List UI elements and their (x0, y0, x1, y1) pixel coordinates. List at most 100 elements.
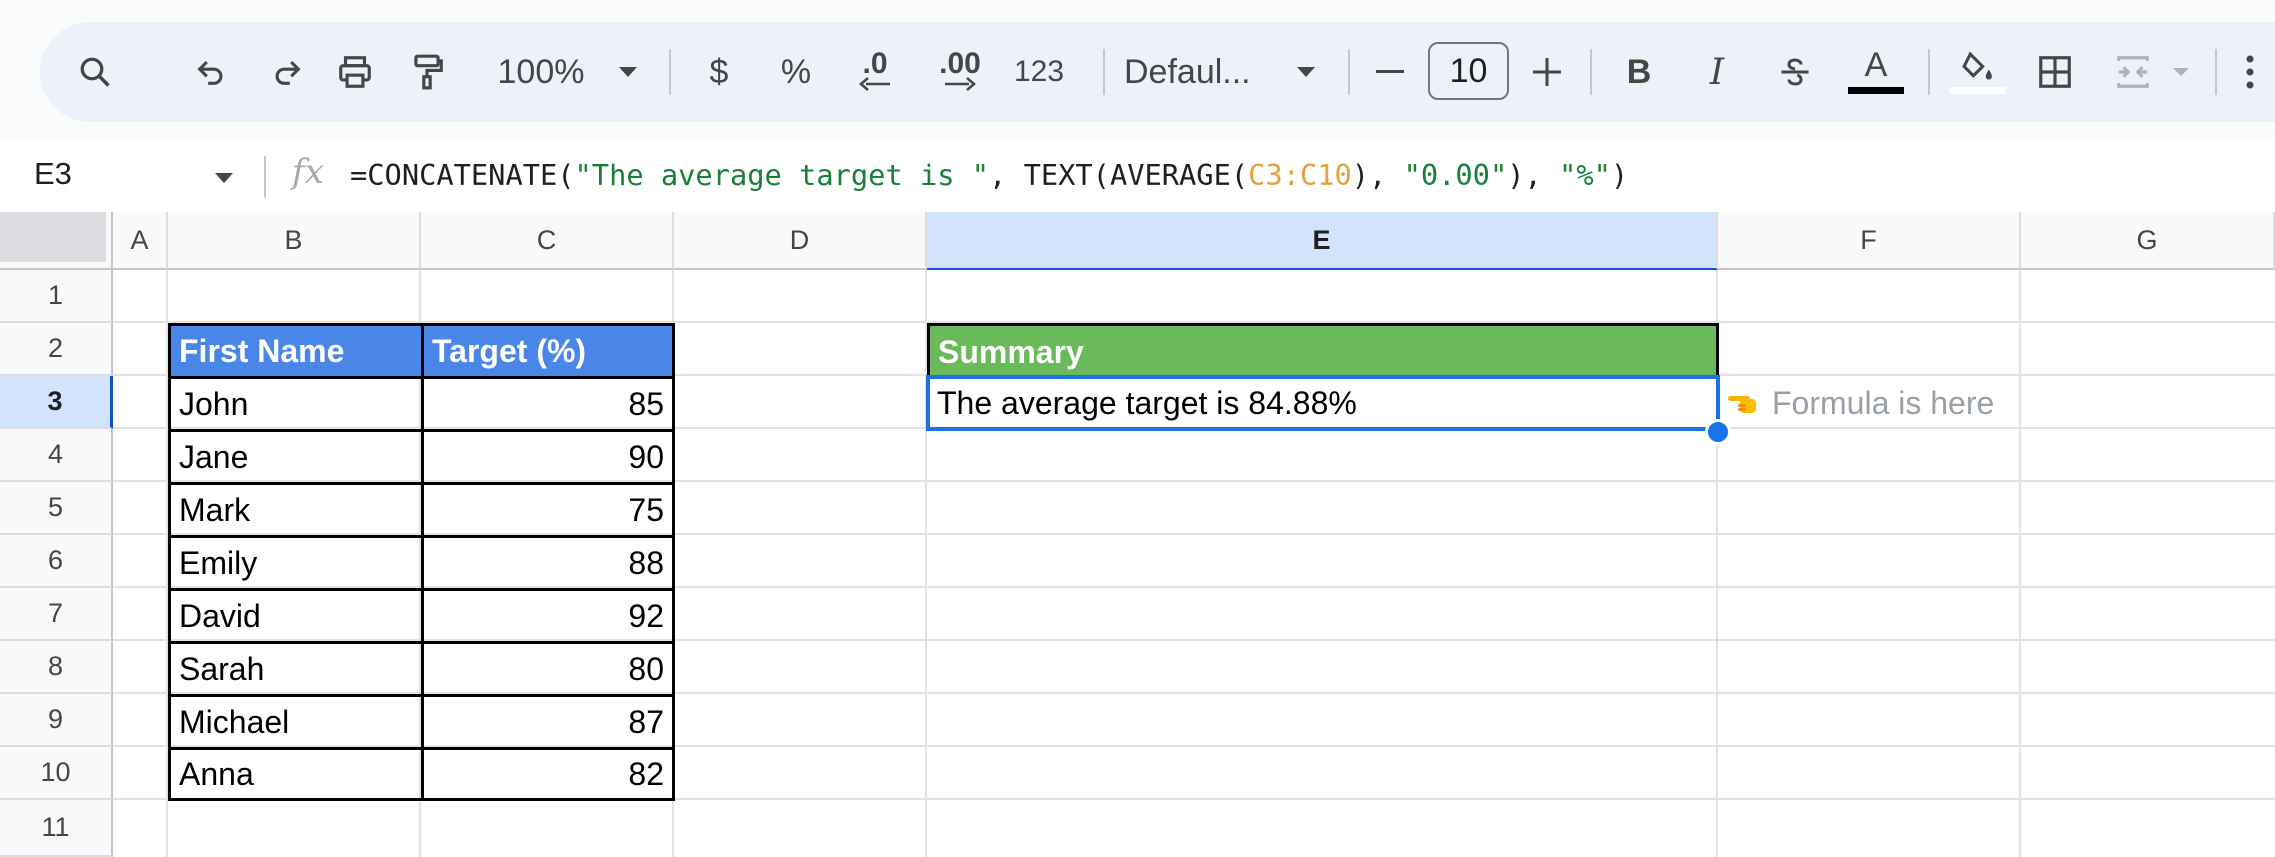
target-cell[interactable]: 92 (424, 591, 672, 641)
target-cell[interactable]: 82 (424, 750, 672, 798)
formula-punct: ), (1507, 158, 1560, 192)
name-cell[interactable]: David (171, 591, 421, 641)
arrow-right-icon (945, 77, 976, 91)
number-format-button[interactable]: 123 (1004, 22, 1074, 122)
redo-icon[interactable] (266, 22, 308, 122)
row-header-6[interactable]: 6 (0, 535, 113, 588)
column-header-f[interactable]: F (1718, 212, 2021, 270)
zoom-select[interactable]: 100% (486, 22, 596, 122)
name-box-caret-icon[interactable] (214, 172, 234, 184)
row-header-8[interactable]: 8 (0, 641, 113, 694)
name-cell[interactable]: Sarah (171, 644, 421, 694)
row-header-3[interactable]: 3 (0, 376, 113, 429)
text-color-label: A (1864, 46, 1888, 84)
fill-color-button[interactable] (1948, 22, 2008, 122)
row-header-10[interactable]: 10 (0, 747, 113, 800)
row-header-2[interactable]: 2 (0, 323, 113, 376)
name-cell[interactable]: Michael (171, 697, 421, 747)
more-options-icon[interactable] (2230, 22, 2270, 122)
target-cell[interactable]: 80 (424, 644, 672, 694)
font-size-input[interactable]: 10 (1428, 42, 1509, 100)
formula-string: "%" (1559, 158, 1611, 192)
summary-value-cell[interactable]: The average target is 84.88% (929, 378, 1716, 428)
column-header-e[interactable]: E (927, 212, 1718, 270)
header-cell-target[interactable]: Target (%) (424, 326, 672, 376)
column-header-a[interactable]: A (113, 212, 168, 270)
name-cell[interactable]: Anna (171, 750, 421, 798)
formula-string: "The average target is " (574, 158, 990, 192)
toolbar-divider (669, 49, 671, 95)
formula-note-cell[interactable]: Formula is here (1722, 378, 2019, 428)
arrow-left-icon (859, 77, 890, 91)
name-box[interactable]: E3 (34, 156, 72, 192)
merge-cells-icon[interactable] (2106, 22, 2160, 122)
font-select[interactable]: Defaul... (1120, 22, 1274, 122)
toolbar-divider (1103, 49, 1105, 95)
formula-bar-divider (264, 156, 266, 198)
column-header-b[interactable]: B (168, 212, 421, 270)
borders-icon[interactable] (2030, 22, 2080, 122)
formula-note-text: Formula is here (1772, 384, 1995, 421)
target-cell[interactable]: 90 (424, 432, 672, 482)
header-cell-first-name[interactable]: First Name (171, 326, 421, 376)
freeze-handle[interactable] (0, 212, 106, 262)
summary-header-cell[interactable]: Summary (930, 326, 1716, 379)
currency-format-button[interactable]: $ (696, 22, 742, 122)
name-cell[interactable]: Mark (171, 485, 421, 535)
decrease-decimal-button[interactable]: .0 (840, 22, 910, 122)
percent-format-button[interactable]: % (772, 22, 820, 122)
paint-format-icon[interactable] (402, 22, 452, 122)
select-all-corner[interactable] (0, 212, 113, 270)
search-icon[interactable] (60, 22, 130, 122)
formula-input[interactable]: =CONCATENATE("The average target is ", T… (350, 158, 1628, 192)
decrease-font-size-icon[interactable] (1370, 22, 1410, 122)
currency-label: $ (709, 52, 729, 91)
name-cell[interactable]: John (171, 379, 421, 429)
data-table: First Name Target (%) John 85 Jane 90 Ma… (168, 323, 675, 801)
toolbar: 100% $ % .0 .00 123 Defaul... 10 B I A (40, 22, 2275, 122)
column-header-d[interactable]: D (674, 212, 927, 270)
bold-button[interactable]: B (1614, 22, 1664, 122)
decrease-decimal-label: .0 (862, 47, 888, 80)
merge-caret-icon[interactable] (2166, 22, 2196, 122)
row-header-11[interactable]: 11 (0, 800, 113, 857)
spreadsheet-grid: A B C D E F G 1 2 3 4 5 6 7 8 9 10 11 Fi… (0, 212, 2275, 857)
gridline (2019, 270, 2021, 857)
row-header-9[interactable]: 9 (0, 694, 113, 747)
strikethrough-icon[interactable] (1768, 22, 1822, 122)
pointing-hand-icon (1728, 396, 1756, 413)
increase-decimal-button[interactable]: .00 (920, 22, 1000, 122)
toolbar-divider (1348, 49, 1350, 95)
formula-function: =CONCATENATE( (350, 158, 575, 192)
text-color-swatch (1848, 87, 1904, 94)
toolbar-area: 100% $ % .0 .00 123 Defaul... 10 B I A (0, 0, 2275, 142)
formula-string: "0.00" (1403, 158, 1508, 192)
target-cell[interactable]: 87 (424, 697, 672, 747)
formula-function: , TEXT(AVERAGE( (989, 158, 1249, 192)
percent-label: % (780, 52, 812, 91)
name-cell[interactable]: Emily (171, 538, 421, 588)
target-cell[interactable]: 75 (424, 485, 672, 535)
italic-button[interactable]: I (1692, 22, 1742, 122)
target-cell[interactable]: 85 (424, 379, 672, 429)
column-header-c[interactable]: C (421, 212, 674, 270)
summary-block: Summary (927, 323, 1719, 379)
font-name: Defaul... (1124, 52, 1251, 91)
font-size-value: 10 (1449, 51, 1488, 90)
column-header-g[interactable]: G (2021, 212, 2275, 270)
zoom-caret-icon[interactable] (610, 22, 646, 122)
row-header-1[interactable]: 1 (0, 270, 113, 323)
paint-bucket-icon (1962, 50, 1992, 80)
print-icon[interactable] (330, 22, 380, 122)
target-cell[interactable]: 88 (424, 538, 672, 588)
text-color-button[interactable]: A (1846, 22, 1906, 122)
row-header-7[interactable]: 7 (0, 588, 113, 641)
undo-icon[interactable] (190, 22, 232, 122)
name-cell[interactable]: Jane (171, 432, 421, 482)
font-caret-icon[interactable] (1288, 22, 1324, 122)
increase-font-size-icon[interactable] (1527, 22, 1567, 122)
formula-punct: ), (1351, 158, 1404, 192)
row-header-4[interactable]: 4 (0, 429, 113, 482)
row-header-5[interactable]: 5 (0, 482, 113, 535)
increase-decimal-label: .00 (939, 47, 981, 80)
